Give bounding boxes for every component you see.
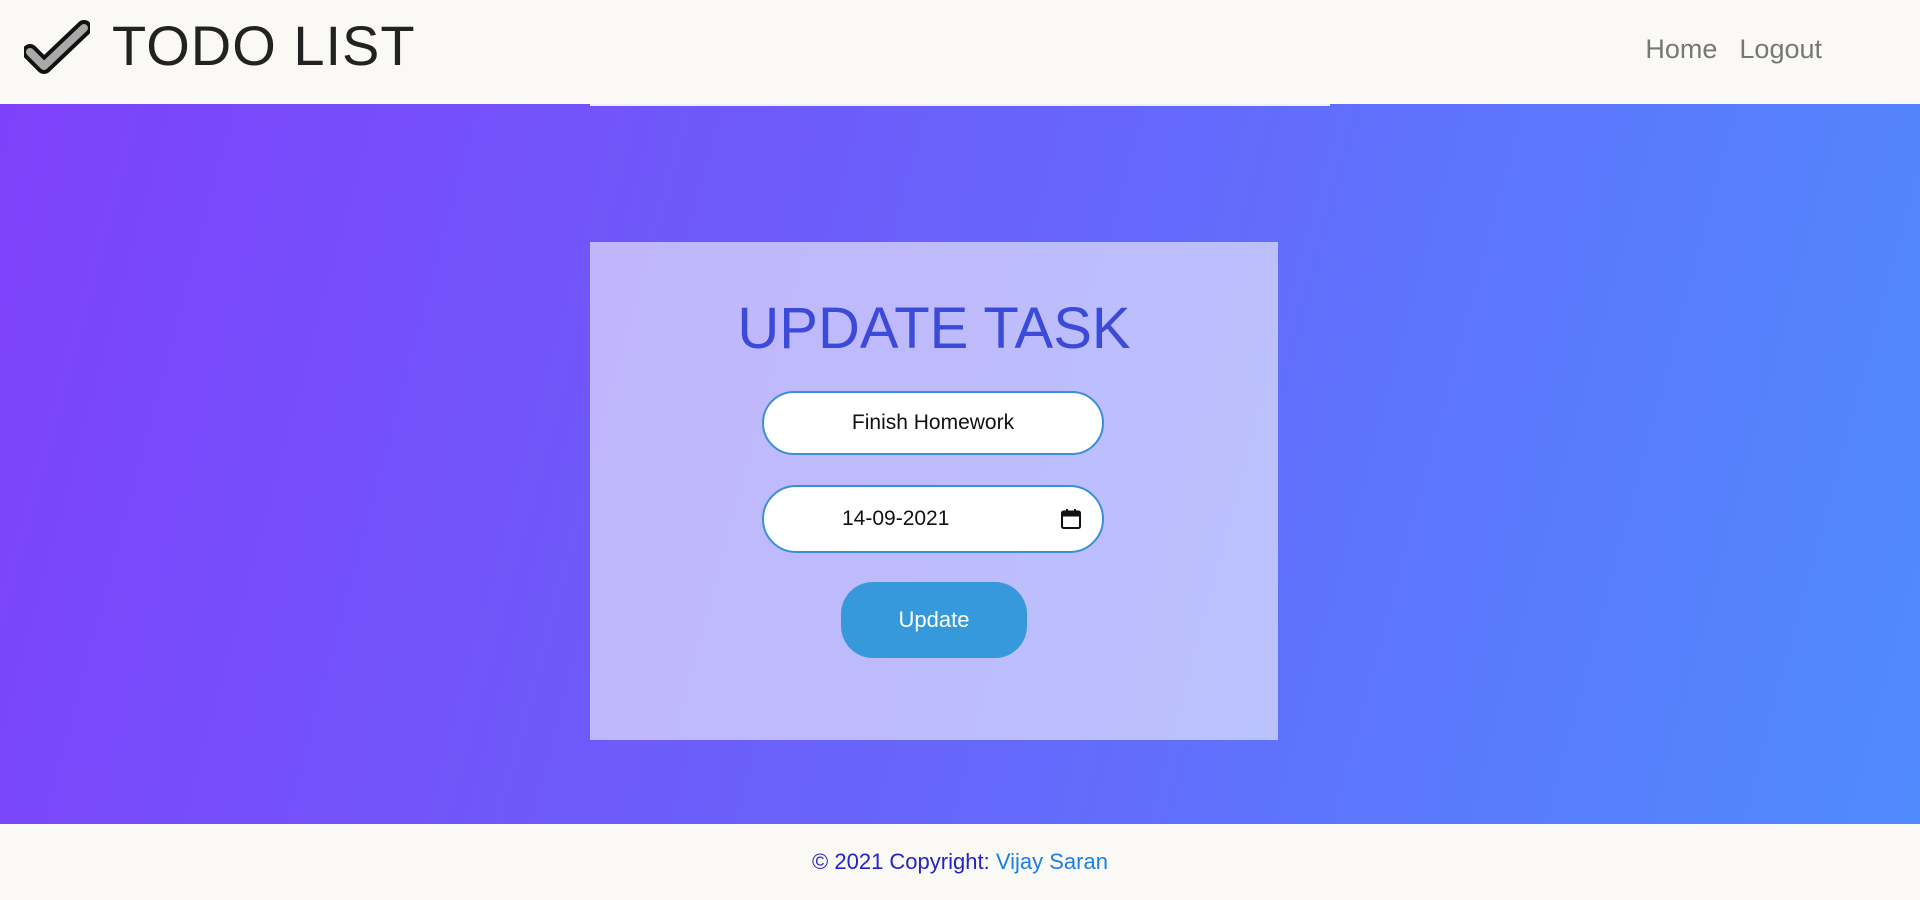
nav-logout-link[interactable]: Logout	[1739, 34, 1822, 65]
brand[interactable]: TODO LIST	[24, 16, 416, 76]
copyright-text: © 2021 Copyright:	[812, 849, 990, 874]
app-title: TODO LIST	[112, 14, 416, 77]
update-task-card: UPDATE TASK 14-09-2021 Update	[590, 242, 1278, 740]
nav-home-link[interactable]: Home	[1645, 34, 1717, 65]
page-title: UPDATE TASK	[737, 296, 1131, 361]
author-link[interactable]: Vijay Saran	[996, 849, 1108, 874]
update-button[interactable]: Update	[841, 582, 1027, 658]
divider	[590, 104, 1330, 106]
calendar-icon[interactable]	[1060, 508, 1082, 530]
task-input[interactable]	[762, 391, 1104, 455]
date-input[interactable]: 14-09-2021	[762, 485, 1104, 553]
footer: © 2021 Copyright: Vijay Saran	[0, 824, 1920, 900]
navbar: TODO LIST Home Logout	[0, 0, 1920, 104]
nav-links: Home Logout	[1645, 34, 1822, 65]
checkmark-icon	[24, 20, 90, 74]
date-value: 14-09-2021	[842, 507, 950, 530]
